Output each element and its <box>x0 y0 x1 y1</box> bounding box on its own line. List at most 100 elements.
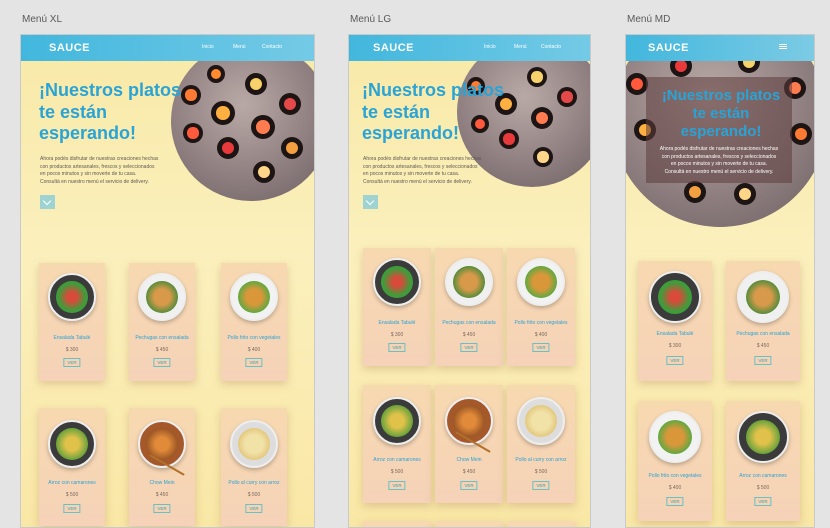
nav-link-inicio[interactable]: Inicio <box>484 44 496 50</box>
dish-image <box>138 273 186 321</box>
view-button[interactable]: VER <box>63 504 81 513</box>
view-button[interactable]: VER <box>63 358 81 367</box>
logo[interactable]: SAUCE <box>49 42 90 54</box>
dish-price: $ 450 <box>462 332 476 338</box>
dish-name: Pollo frito con vegetales <box>514 320 568 326</box>
nav-link-menu[interactable]: Menú <box>233 44 246 50</box>
dish-card[interactable] <box>507 521 575 527</box>
dish-image <box>445 258 493 306</box>
dish-card[interactable] <box>363 521 431 527</box>
frame-xl[interactable]: SAUCE Inicio Menú Contacto ¡Nuestros pla… <box>20 34 315 528</box>
hero-description: Ahora podés disfrutar de nuestras creaci… <box>659 146 779 175</box>
dish-image <box>230 420 278 468</box>
view-button[interactable]: VER <box>754 356 772 365</box>
dish-price: $ 400 <box>668 485 682 491</box>
frame-md[interactable]: SAUCE ¡Nuestros platos te están esperand… <box>625 34 815 528</box>
dish-price: $ 500 <box>390 469 404 475</box>
dish-card[interactable]: Pechugas con ensalada $ 450 VER <box>435 248 503 366</box>
view-button[interactable]: VER <box>532 343 550 352</box>
dish-card[interactable]: Ensalada Tabulé $ 300 VER <box>39 263 105 381</box>
dish-card[interactable] <box>435 521 503 527</box>
dish-name: Pollo al curry con arroz <box>515 457 567 463</box>
dish-image <box>517 258 565 306</box>
dish-name: Pollo frito con vegetales <box>227 335 281 341</box>
frame-label-md: Menú MD <box>627 14 671 25</box>
view-button[interactable]: VER <box>754 497 772 506</box>
dish-name: Arroz con camarones <box>373 457 421 463</box>
dish-name: Arroz con camarones <box>739 473 787 479</box>
dish-image <box>230 273 278 321</box>
dish-price: $ 450 <box>155 492 169 498</box>
dish-card[interactable]: Arroz con camarones $ 500 VER <box>39 408 105 526</box>
dish-name: Arroz con camarones <box>48 480 96 486</box>
top-nav: SAUCE <box>626 35 814 61</box>
dish-price: $ 450 <box>462 469 476 475</box>
dish-price: $ 400 <box>534 332 548 338</box>
top-nav: SAUCE Inicio Menú Contacto <box>349 35 590 61</box>
dish-name: Pollo frito con vegetales <box>648 473 702 479</box>
dish-price: $ 450 <box>756 343 770 349</box>
dish-card[interactable]: Pechugas con ensalada $ 450 VER <box>726 261 800 381</box>
dish-image <box>737 411 789 463</box>
dish-image <box>737 271 789 323</box>
dish-name: Chow Mein <box>149 480 175 486</box>
dish-price: $ 300 <box>65 347 79 353</box>
dish-image <box>373 397 421 445</box>
frame-label-lg: Menú LG <box>350 14 392 25</box>
dish-price: $ 500 <box>247 492 261 498</box>
nav-link-inicio[interactable]: Inicio <box>202 44 214 50</box>
dish-price: $ 500 <box>65 492 79 498</box>
dish-price: $ 300 <box>668 343 682 349</box>
dish-name: Ensalada Tabulé <box>656 331 694 337</box>
dish-name: Pechugas con ensalada <box>442 320 496 326</box>
nav-link-contacto[interactable]: Contacto <box>262 44 282 50</box>
top-nav: SAUCE Inicio Menú Contacto <box>21 35 314 61</box>
dish-image <box>517 397 565 445</box>
view-button[interactable]: VER <box>388 343 406 352</box>
hero-title: ¡Nuestros platos te están esperando! <box>362 80 505 144</box>
view-button[interactable]: VER <box>245 504 263 513</box>
logo[interactable]: SAUCE <box>648 42 689 54</box>
scroll-down-button[interactable] <box>40 195 55 209</box>
dish-card[interactable]: Chow Mein $ 450 VER <box>435 385 503 503</box>
dish-price: $ 400 <box>247 347 261 353</box>
view-button[interactable]: VER <box>388 481 406 490</box>
frame-label-xl: Menú XL <box>22 14 63 25</box>
dish-price: $ 500 <box>534 469 548 475</box>
dish-card[interactable]: Chow Mein $ 450 VER <box>129 408 195 526</box>
hero-title: ¡Nuestros platos te están esperando! <box>39 80 182 144</box>
view-button[interactable]: VER <box>153 504 171 513</box>
dish-card[interactable]: Arroz con camarones $ 500 VER <box>726 401 800 521</box>
dish-card[interactable]: Pollo frito con vegetales $ 400 VER <box>221 263 287 381</box>
view-button[interactable]: VER <box>532 481 550 490</box>
view-button[interactable]: VER <box>245 358 263 367</box>
view-button[interactable]: VER <box>460 481 478 490</box>
dish-name: Ensalada Tabulé <box>53 335 91 341</box>
dish-card[interactable]: Pollo al curry con arroz $ 500 VER <box>221 408 287 526</box>
logo[interactable]: SAUCE <box>373 42 414 54</box>
dish-name: Pollo al curry con arroz <box>228 480 280 486</box>
dish-card[interactable]: Ensalada Tabulé $ 300 VER <box>638 261 712 381</box>
dish-card[interactable]: Pollo frito con vegetales $ 400 VER <box>507 248 575 366</box>
dish-image <box>649 411 701 463</box>
nav-link-contacto[interactable]: Contacto <box>541 44 561 50</box>
dish-card[interactable]: Pollo frito con vegetales $ 400 VER <box>638 401 712 521</box>
frame-lg[interactable]: SAUCE Inicio Menú Contacto ¡Nuestros pla… <box>348 34 591 528</box>
view-button[interactable]: VER <box>666 497 684 506</box>
hamburger-menu-icon[interactable] <box>779 44 787 45</box>
view-button[interactable]: VER <box>666 356 684 365</box>
hero-title: ¡Nuestros platos te están esperando! <box>661 87 781 140</box>
dish-image <box>48 420 96 468</box>
dish-card[interactable]: Ensalada Tabulé $ 300 VER <box>363 248 431 366</box>
dish-card[interactable]: Arroz con camarones $ 500 VER <box>363 385 431 503</box>
nav-link-menu[interactable]: Menú <box>514 44 527 50</box>
dish-card[interactable]: Pechugas con ensalada $ 450 VER <box>129 263 195 381</box>
scroll-down-button[interactable] <box>363 195 378 209</box>
dish-price: $ 450 <box>155 347 169 353</box>
sushi-plate-image <box>171 41 314 201</box>
dish-name: Pechugas con ensalada <box>736 331 790 337</box>
dish-card[interactable]: Pollo al curry con arroz $ 500 VER <box>507 385 575 503</box>
dish-image <box>373 258 421 306</box>
view-button[interactable]: VER <box>153 358 171 367</box>
view-button[interactable]: VER <box>460 343 478 352</box>
